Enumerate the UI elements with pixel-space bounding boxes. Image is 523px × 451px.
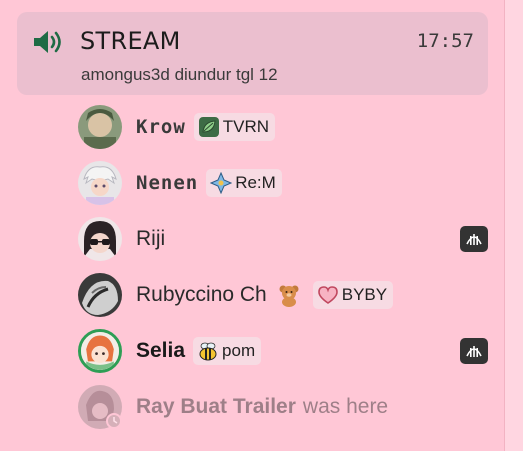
leaf-icon [198, 117, 219, 137]
member-name: Nenen [136, 172, 199, 194]
sparkle-icon [210, 172, 233, 194]
channel-name: STREAM [80, 27, 181, 55]
server-tag-label: pom [222, 341, 256, 360]
server-tag[interactable]: BYBY [312, 281, 394, 309]
voice-channel-panel: STREAM 17:57 amongus3d diundur tgl 12 Kr… [0, 0, 505, 451]
member-rubyccino[interactable]: Rubyccino Ch BYBY [78, 272, 488, 318]
avatar [78, 329, 122, 373]
avatar [78, 105, 122, 149]
avatar [78, 385, 122, 429]
member-selia[interactable]: Selia pom [78, 328, 488, 374]
server-tag[interactable]: pom [193, 337, 262, 365]
server-tag[interactable]: TVRN [193, 113, 276, 141]
avatar [78, 217, 122, 261]
server-tag[interactable]: Re:M [206, 169, 282, 197]
voice-channel-stream[interactable]: STREAM 17:57 amongus3d diundur tgl 12 [17, 12, 488, 95]
departed-member-suffix: was here [302, 395, 389, 418]
teddy-bear-emoji [279, 285, 299, 307]
game-activity-icon[interactable] [460, 226, 488, 252]
channel-description: amongus3d diundur tgl 12 [81, 65, 278, 84]
speaker-icon [34, 31, 61, 53]
member-name: Krow [136, 116, 186, 138]
member-departed[interactable]: Ray Buat Trailer was here [78, 384, 488, 430]
member-name: Riji [136, 227, 166, 250]
member-name: Selia [136, 339, 186, 362]
member-nenen[interactable]: Nenen Re:M [78, 160, 488, 206]
server-tag-label: Re:M [235, 173, 276, 192]
departed-member-text: Ray Buat Trailer was here [122, 395, 388, 419]
member-krow[interactable]: Krow TVRN [78, 104, 488, 150]
bee-icon [199, 342, 217, 361]
avatar [78, 273, 122, 317]
member-riji[interactable]: Riji [78, 216, 488, 262]
server-tag-label: BYBY [341, 285, 388, 304]
channel-time: 17:57 [416, 30, 474, 52]
member-name: Rubyccino Ch [136, 283, 267, 306]
avatar [78, 161, 122, 205]
departed-member-name: Ray Buat Trailer [136, 395, 296, 418]
heart-icon [317, 286, 338, 304]
game-activity-icon[interactable] [460, 338, 488, 364]
server-tag-label: TVRN [222, 117, 270, 136]
scrollbar[interactable] [505, 0, 523, 451]
